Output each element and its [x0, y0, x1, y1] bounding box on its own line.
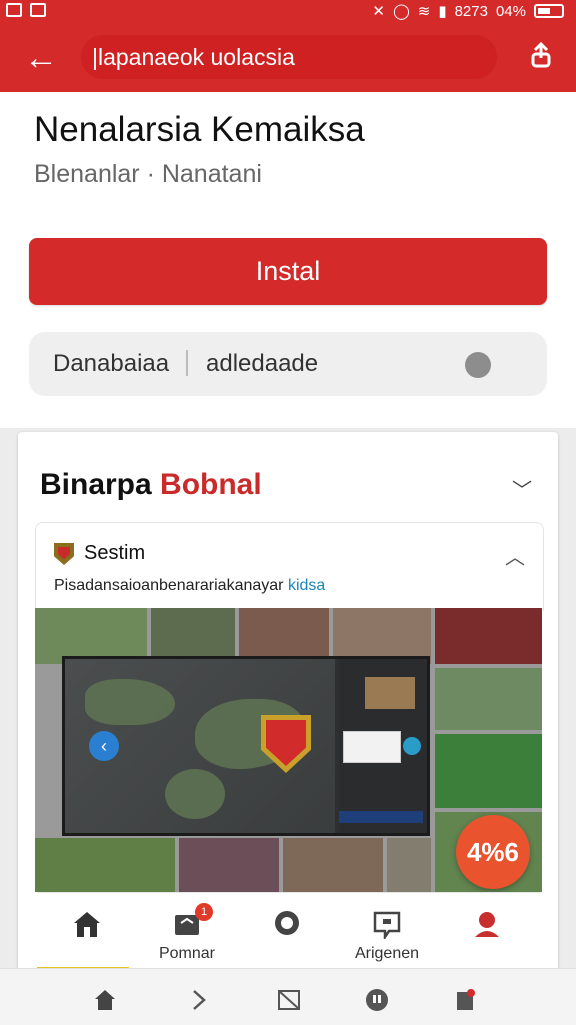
install-button[interactable]: Instal — [29, 238, 547, 305]
back-arrow-icon[interactable]: ← — [24, 38, 58, 78]
panel-footer-bar — [339, 811, 423, 823]
previous-arrow-icon[interactable]: ‹ — [89, 731, 119, 761]
home-nav-icon[interactable] — [92, 987, 118, 1013]
box-thumbnail — [365, 677, 415, 709]
sub-desc-link[interactable]: kidsa — [288, 577, 325, 594]
chevron-up-icon[interactable]: ︿ — [505, 541, 525, 570]
media-tile[interactable] — [435, 734, 542, 808]
media-tile[interactable] — [435, 668, 542, 730]
sub-card-description: Pisadansaioanbenarariakanayar kidsa — [54, 577, 325, 595]
app-title: Nenalarsia Kemaiksa — [34, 110, 365, 149]
continent-shape — [165, 769, 225, 819]
sub-desc-text: Pisadansaioanbenarariakanayar — [54, 577, 288, 594]
sub-card-header[interactable]: Sestim ︿ Pisadansaioanbenarariakanayar k… — [35, 522, 544, 611]
chat-bubble-icon — [275, 911, 299, 935]
assistant-icon[interactable] — [364, 987, 390, 1013]
media-tile[interactable] — [179, 838, 279, 892]
meta-item-1: Danabaiaa — [53, 350, 170, 377]
search-text: |lapanaeok uolacsia — [92, 44, 295, 70]
app-subtitle: Blenanlar · Nanatani — [34, 160, 262, 188]
world-map: ‹ — [65, 659, 335, 833]
tab-chat[interactable] — [237, 893, 337, 973]
tab-home[interactable] — [37, 893, 137, 973]
app-bar: ← |lapanaeok uolacsia — [0, 24, 576, 92]
meta-item-2: adledaade — [206, 350, 319, 377]
continent-shape — [85, 679, 175, 725]
section-title-plain: Binarpa — [40, 468, 161, 501]
divider — [186, 350, 188, 376]
book-icon[interactable] — [276, 987, 302, 1013]
photo-notification-icon — [6, 3, 22, 17]
info-icon[interactable] — [465, 352, 491, 378]
shield-icon — [54, 543, 74, 565]
notification-icon[interactable] — [452, 987, 478, 1013]
map-preview-overlay[interactable]: ‹ — [62, 656, 430, 836]
image-notification-icon — [30, 3, 46, 17]
search-box[interactable]: |lapanaeok uolacsia — [80, 34, 498, 80]
status-bar: ✕ ◯ ≋ ▮ 8273 04% — [0, 0, 576, 24]
media-tile[interactable] — [435, 608, 542, 664]
tab-badge: 1 — [195, 903, 213, 921]
content-card: Binarpa Bobnal ﹀ Sestim ︿ Pisadansaioanb… — [18, 432, 558, 972]
tab-profile[interactable] — [437, 893, 537, 973]
battery-percent: 04% — [495, 2, 526, 20]
media-tile[interactable] — [283, 838, 383, 892]
tab-arigenen[interactable]: Arigenen — [337, 893, 437, 973]
battery-icon — [534, 4, 564, 18]
profile-icon — [475, 912, 499, 937]
tab-label: Arigenen — [354, 945, 420, 962]
wifi-icon: ≋ — [417, 3, 431, 20]
chevron-right-icon[interactable] — [186, 987, 212, 1013]
white-card-thumbnail — [343, 731, 401, 763]
system-navigation-bar — [0, 968, 576, 1025]
floating-action-button[interactable]: 4%6 — [456, 815, 530, 889]
status-time: 8273 — [454, 2, 488, 20]
chevron-down-icon[interactable]: ﹀ — [512, 474, 532, 503]
message-icon — [373, 911, 401, 939]
tab-pomnar[interactable]: 1 Pomnar — [137, 893, 237, 973]
media-tile[interactable] — [387, 838, 431, 892]
share-icon[interactable] — [530, 42, 552, 68]
home-icon — [74, 912, 100, 937]
signal-icon: ▮ — [438, 3, 447, 20]
next-dot-icon[interactable] — [403, 737, 421, 755]
sub-card-name: Sestim — [84, 542, 146, 564]
bottom-tab-bar: 1 Pomnar Arigenen — [37, 892, 541, 973]
section-title-accent: Bobnal — [160, 468, 262, 501]
alarm-icon: ◯ — [392, 3, 410, 20]
media-tile[interactable] — [35, 838, 175, 892]
meta-info-pill[interactable]: Danabaiaa adledaade — [29, 332, 547, 396]
section-title: Binarpa Bobnal — [40, 468, 262, 502]
overlay-side-panel — [339, 659, 427, 833]
mute-icon: ✕ — [372, 3, 385, 20]
tab-label: Pomnar — [158, 945, 216, 962]
